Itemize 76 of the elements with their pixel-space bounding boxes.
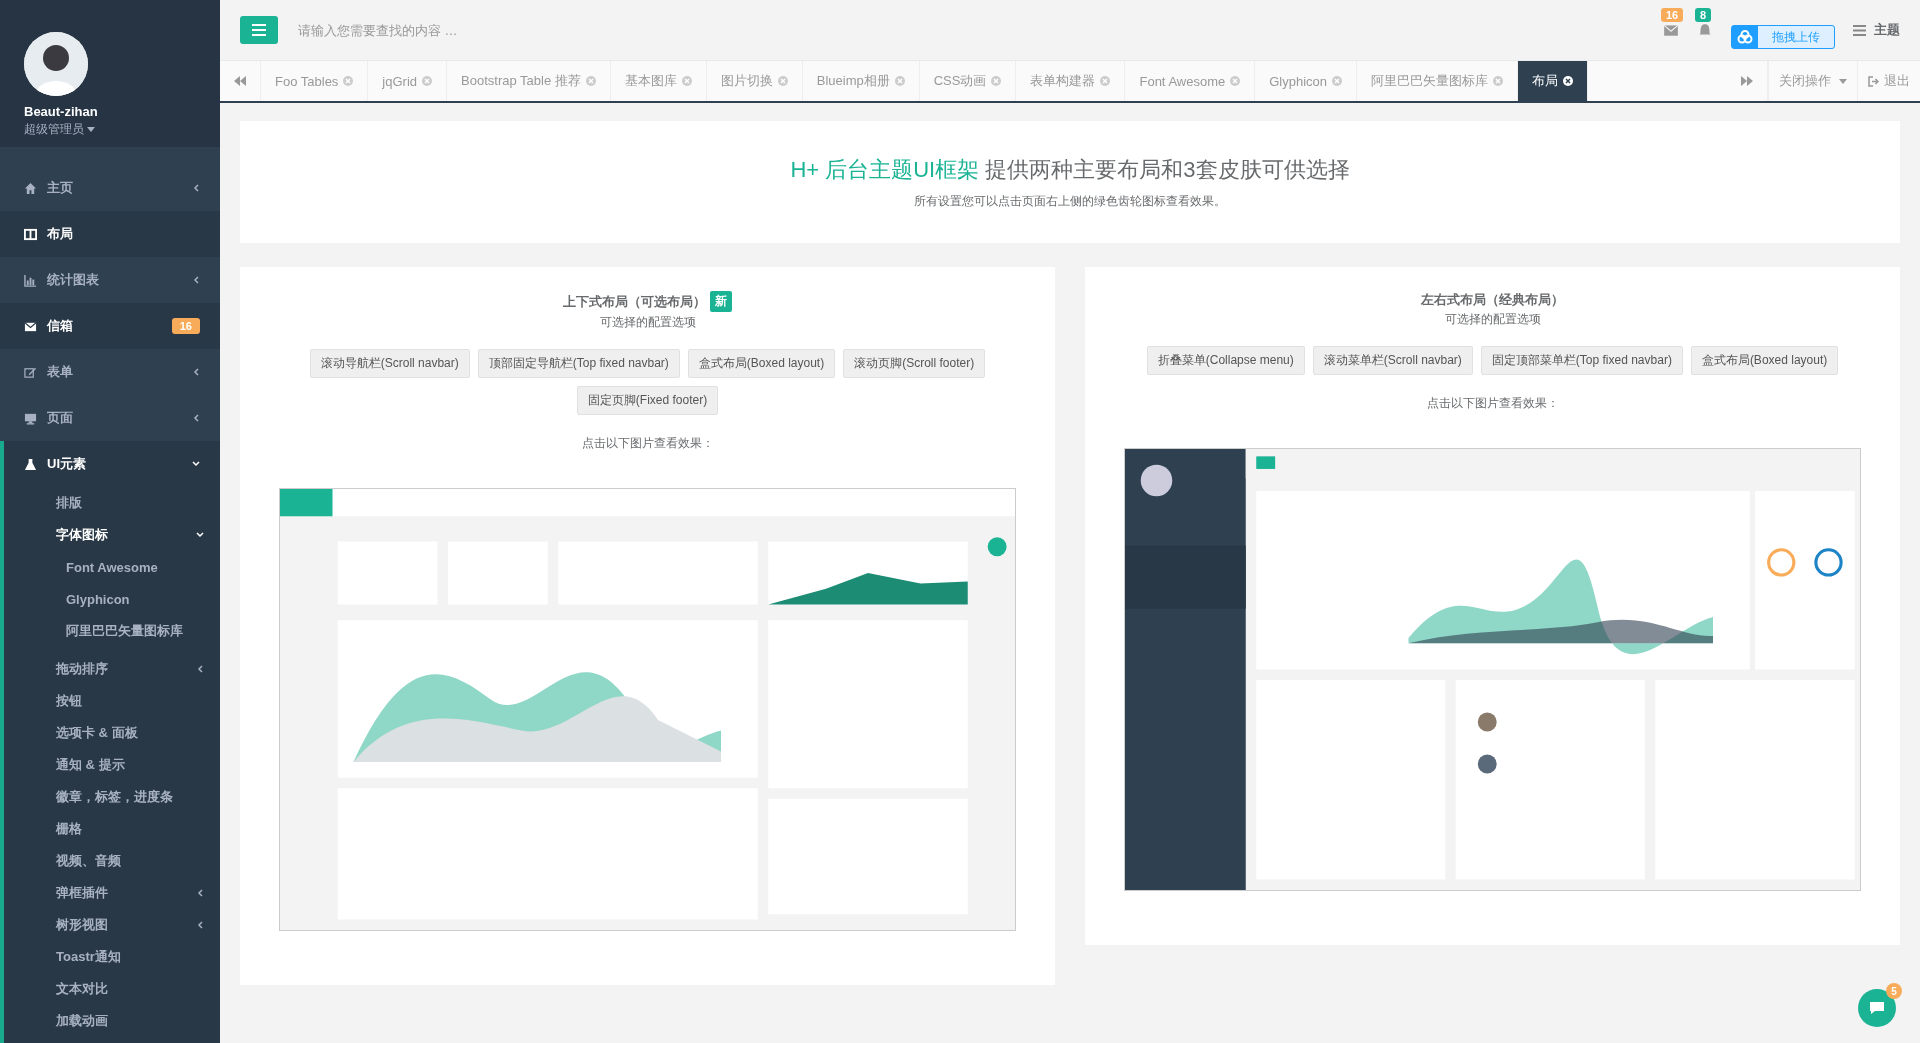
avatar[interactable] (24, 32, 88, 96)
search-field[interactable]: 请输入您需要查找的内容 … (296, 21, 1645, 39)
theme-button[interactable]: 主题 (1853, 21, 1900, 39)
menu-item[interactable]: 拖动排序 (4, 653, 220, 685)
option-button[interactable]: 滚动导航栏(Scroll navbar) (309, 349, 470, 378)
tab[interactable]: 图片切换 (706, 61, 803, 101)
tab[interactable]: jqGrid (368, 61, 448, 101)
menu-item[interactable]: 弹框插件 (4, 877, 220, 909)
page-subtitle: 所有设置您可以点击页面右上侧的绿色齿轮图标查看效果。 (914, 192, 1226, 210)
menu-item[interactable]: 主页 (0, 165, 220, 211)
cloud-icon (1737, 30, 1753, 44)
tab[interactable]: Glyphicon (1255, 61, 1358, 101)
menu-item[interactable]: 表单 (0, 349, 220, 395)
logout-button[interactable]: 退出 (1857, 61, 1920, 101)
card-title: 左右式布局（经典布局） (1421, 291, 1564, 309)
hint-text: 点击以下图片查看效果： (1426, 395, 1559, 412)
close-icon[interactable] (1563, 76, 1574, 86)
menu-item[interactable]: 信箱 16 (0, 303, 220, 349)
tab[interactable]: Blueimp相册 (802, 61, 920, 101)
menu-item[interactable]: 选项卡 & 面板 (4, 717, 220, 749)
new-badge: 新 (710, 291, 732, 312)
menu-item[interactable]: 文本对比 (4, 973, 220, 1005)
caret-icon (1839, 78, 1847, 84)
menu-item[interactable]: 布局 (0, 211, 220, 257)
card-subtitle: 可选择的配置选项 (599, 314, 696, 331)
card-subtitle: 可选择的配置选项 (1444, 311, 1541, 328)
count-badge: 16 (1661, 8, 1684, 22)
tab[interactable]: 表单构建器 (1016, 61, 1126, 101)
option-button[interactable]: 滚动菜单栏(Scroll navbar) (1312, 346, 1473, 375)
option-button[interactable]: 滚动页脚(Scroll footer) (843, 349, 986, 378)
double-right-icon (1741, 76, 1753, 86)
tab[interactable]: Bootstrap Table 推荐 (447, 61, 611, 101)
menu-item[interactable]: 页面 (0, 395, 220, 441)
mail-icon[interactable] (1663, 22, 1679, 38)
menu-button[interactable] (240, 16, 278, 44)
list-icon (1853, 24, 1866, 36)
count-badge: 5 (1886, 983, 1902, 999)
menu-item[interactable]: Toastr通知 (4, 941, 220, 973)
menu-item[interactable]: 通知 & 提示 (4, 749, 220, 781)
double-left-icon (234, 76, 246, 86)
menu-item[interactable]: 加载动画 (4, 1005, 220, 1037)
tab[interactable]: 基本图库 (610, 61, 707, 101)
menu-item[interactable]: Font Awesome (4, 551, 220, 583)
option-button[interactable]: 盒式布局(Boxed layout) (687, 349, 836, 378)
option-button[interactable]: 固定页脚(Fixed footer) (576, 386, 719, 415)
chat-icon (1869, 1001, 1885, 1015)
tab[interactable]: Foo Tables (261, 61, 369, 101)
option-button[interactable]: 固定顶部菜单栏(Top fixed navbar) (1480, 346, 1683, 375)
menu-item[interactable]: 统计图表 (0, 257, 220, 303)
chat-button[interactable] (1858, 989, 1896, 1027)
option-button[interactable]: 折叠菜单(Collapse menu) (1146, 346, 1305, 375)
count-badge: 8 (1695, 8, 1712, 22)
menu-item[interactable]: 字体图标 (4, 519, 220, 551)
menu-item[interactable]: 按钮 (4, 685, 220, 717)
bell-icon[interactable] (1697, 22, 1713, 38)
tab[interactable]: CSS动画 (919, 61, 1017, 101)
menu-item[interactable]: 徽章，标签，进度条 (4, 781, 220, 813)
menu-item[interactable]: 排版 (4, 487, 220, 519)
menu-item[interactable]: Glyphicon (4, 583, 220, 615)
user-name: Beaut-zihan (24, 104, 99, 119)
option-button[interactable]: 顶部固定导航栏(Top fixed navbar) (477, 349, 680, 378)
logout-icon (1868, 75, 1879, 87)
menu-item[interactable]: 阿里巴巴矢量图标库 (4, 615, 220, 647)
option-button[interactable]: 盒式布局(Boxed layout) (1690, 346, 1839, 375)
count-badge: 16 (171, 318, 200, 334)
tab[interactable]: 布局 (1518, 61, 1589, 101)
close-actions-dropdown[interactable]: 关闭操作 (1768, 61, 1857, 101)
menu-item[interactable]: 栅格 (4, 813, 220, 845)
card-title: 上下式布局（可选布局） (563, 292, 706, 311)
hint-text: 点击以下图片查看效果： (581, 435, 714, 452)
tab[interactable]: Font Awesome (1125, 61, 1256, 101)
caret-icon (87, 127, 95, 133)
menu-item[interactable]: 视频、音频 (4, 845, 220, 877)
user-role-dropdown[interactable]: 超级管理员 (24, 121, 220, 138)
page-title: H+ 后台主题UI框架 提供两种主要布局和3套皮肤可供选择 (790, 155, 1350, 184)
menu-item[interactable]: 树形视图 (4, 909, 220, 941)
